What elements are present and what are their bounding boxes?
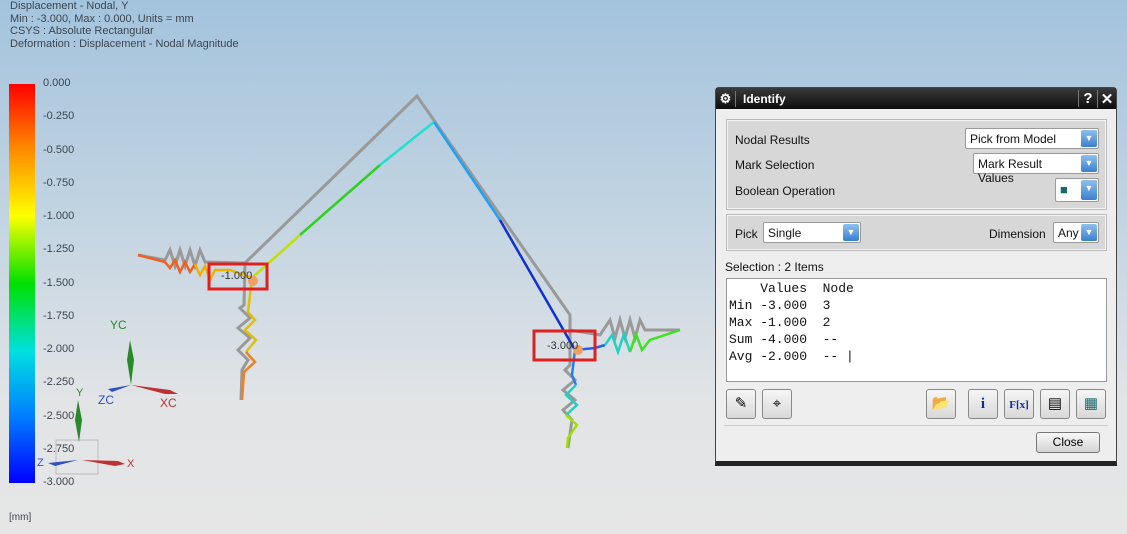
document-icon: ▤ [1047,395,1063,412]
small-triad [48,400,125,475]
nodal-results-select[interactable]: Pick from Model ▼ [965,128,1099,149]
info-icon: i [980,396,986,412]
marker-value: -3.000 [547,340,579,352]
edit-display-button[interactable]: ✎ [726,389,756,419]
dimension-select[interactable]: Any ▼ [1053,222,1099,243]
list-report-button[interactable]: ▤ [1040,389,1070,419]
select-value: Any [1058,226,1079,240]
boolean-operation-select[interactable]: ■ ▼ [1055,178,1099,202]
export-spreadsheet-button[interactable]: ▦ [1076,389,1106,419]
small-triad-z-label: Z [37,457,44,469]
undeformed-structure [137,93,680,449]
nodal-results-label: Nodal Results [735,133,810,147]
crosshair-undo-icon: ⌖ [772,395,782,412]
divider [724,425,1108,426]
folder-icon: 📂 [931,395,951,412]
mark-selection-select[interactable]: Mark Result Values ▼ [973,153,1099,185]
open-file-button[interactable]: 📂 [926,389,956,419]
triad-y-label: YC [110,318,127,332]
close-icon[interactable]: ✕ [1097,89,1116,108]
deformed-structure [137,121,681,449]
function-button[interactable]: F[x] [1004,389,1034,419]
small-triad-x-label: X [127,458,135,470]
selection-count: Selection : 2 Items [725,260,824,274]
pick-select[interactable]: Single ▼ [763,222,861,243]
boolean-union-icon: ■ [1060,182,1068,197]
chevron-down-icon: ▼ [1081,155,1097,172]
chevron-down-icon: ▼ [843,224,859,241]
triad-x-label: XC [160,396,177,410]
identify-dialog: ⚙ Identify ? ✕ Nodal Results Pick from M… [715,87,1117,466]
paintbrush-icon: ✎ [734,395,748,412]
mark-selection-label: Mark Selection [735,158,815,172]
function-icon: F[x] [1009,399,1029,411]
dialog-title: Identify [743,91,786,106]
pick-label: Pick [735,227,758,241]
select-value: Pick from Model [970,132,1057,146]
select-value: Single [768,226,802,240]
pick-group: Pick Single ▼ Dimension Any ▼ [726,214,1107,251]
chevron-down-icon: ▼ [1081,224,1097,241]
dialog-titlebar[interactable]: ⚙ Identify ? ✕ [716,88,1116,109]
chevron-down-icon: ▼ [1081,180,1097,200]
select-value: Mark Result Values [978,157,1043,185]
small-triad-y-label: Y [76,387,84,399]
wcs-triad [108,340,178,394]
gear-icon[interactable]: ⚙ [716,90,736,107]
close-button[interactable]: Close [1036,432,1100,453]
spreadsheet-icon: ▦ [1083,395,1099,412]
results-group: Nodal Results Pick from Model ▼ Mark Sele… [726,119,1107,210]
chevron-down-icon: ▼ [1081,130,1097,147]
info-button[interactable]: i [968,389,998,419]
results-textarea[interactable]: Values Node Min -3.000 3 Max -1.000 2 Su… [726,278,1107,382]
help-button[interactable]: ? [1078,90,1097,107]
dimension-label: Dimension [989,227,1046,241]
marker-value: -1.000 [221,270,253,282]
model-view[interactable] [0,0,700,534]
boolean-operation-label: Boolean Operation [735,184,836,198]
triad-z-label: ZC [98,393,114,407]
reset-pick-button[interactable]: ⌖ [762,389,792,419]
